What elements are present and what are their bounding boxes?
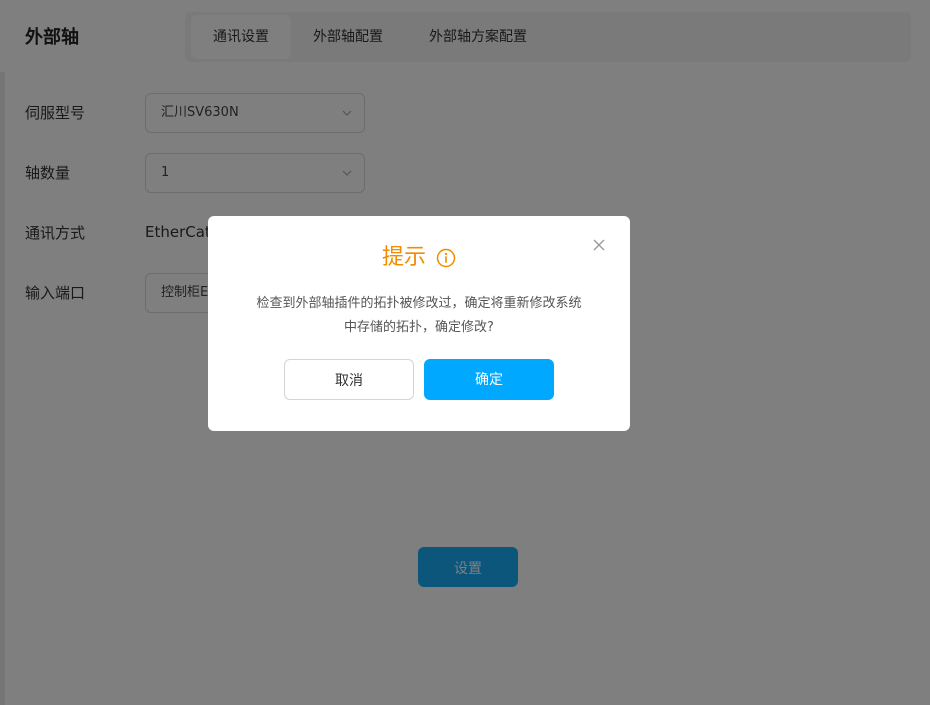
cancel-button[interactable]: 取消	[284, 359, 414, 400]
dialog-message-line-1: 检查到外部轴插件的拓扑被修改过，确定将重新修改系统	[256, 296, 582, 311]
close-icon[interactable]	[592, 238, 606, 252]
info-circle-icon	[436, 248, 456, 268]
external-axis-page: 外部轴 通讯设置 外部轴配置 外部轴方案配置 伺服型号 汇川SV630N 轴数量…	[0, 0, 930, 705]
dialog-title: 提示	[381, 245, 426, 270]
confirm-button[interactable]: 确定	[424, 359, 554, 400]
dialog-header: 提示	[208, 243, 630, 273]
confirm-dialog: 提示 检查到外部轴插件的拓扑被修改过，确定将重新修改系统 中存储的拓扑，确定修改…	[208, 216, 630, 431]
dialog-message-line-2: 中存储的拓扑，确定修改?	[344, 320, 494, 335]
dialog-message: 检查到外部轴插件的拓扑被修改过，确定将重新修改系统 中存储的拓扑，确定修改?	[238, 292, 600, 340]
left-edge-strip	[0, 72, 5, 705]
